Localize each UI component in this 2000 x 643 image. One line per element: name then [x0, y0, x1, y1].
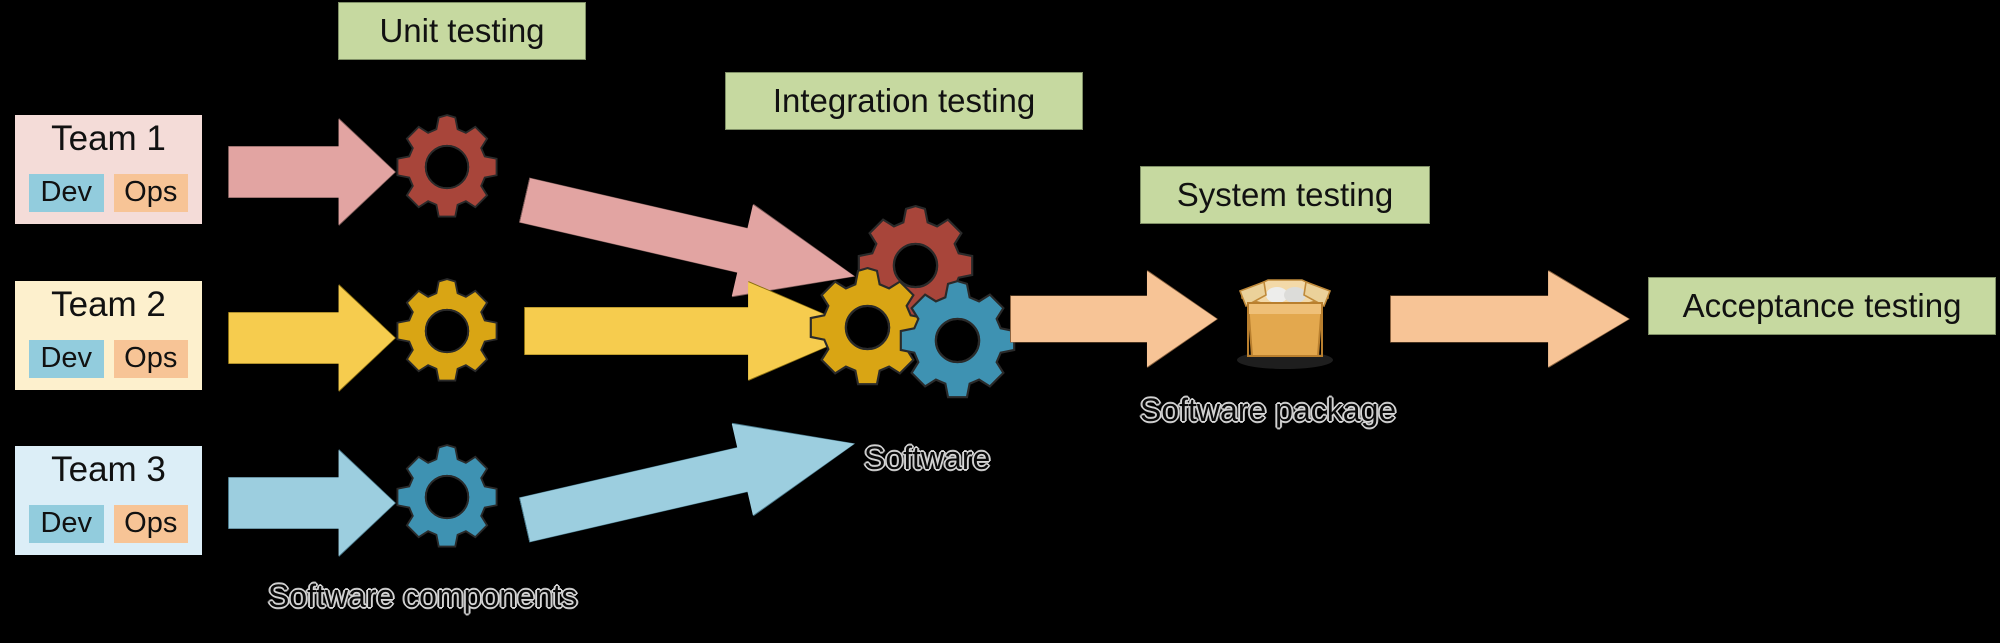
- team-3-dev-chip[interactable]: Dev: [29, 504, 104, 543]
- delivery-arrow[interactable]: Delivery: [1010, 270, 1218, 368]
- testing-box-unit: Unit testing: [338, 2, 586, 60]
- team-1-ops-chip[interactable]: Ops: [113, 173, 188, 212]
- build-arrow-3[interactable]: Build: [228, 449, 396, 557]
- testing-box-system-label: System testing: [1176, 176, 1394, 213]
- team-2-ops-chip[interactable]: Ops: [113, 339, 188, 378]
- team-roles-2: Dev Ops: [29, 339, 188, 378]
- component-gear-1: [388, 108, 506, 231]
- team-box-1[interactable]: Team 1 Dev Ops: [12, 112, 205, 227]
- team-box-2[interactable]: Team 2 Dev Ops: [12, 278, 205, 393]
- testing-box-acceptance: Acceptance testing: [1648, 277, 1996, 335]
- deployment-arrow[interactable]: Deployment: [1390, 270, 1630, 368]
- open-cardboard-box-icon: [1237, 279, 1333, 369]
- testing-box-acceptance-label: Acceptance testing: [1682, 287, 1962, 324]
- gear-icon: [899, 279, 1016, 399]
- team-name-1: Team 1: [51, 119, 166, 158]
- team-2-dev-chip[interactable]: Dev: [29, 339, 104, 378]
- build-arrow-2[interactable]: Build: [228, 284, 396, 392]
- testing-box-integration: Integration testing: [725, 72, 1083, 130]
- gear-icon: [396, 114, 498, 218]
- testing-box-integration-label: Integration testing: [772, 82, 1036, 119]
- testing-box-system: System testing: [1140, 166, 1430, 224]
- build-arrow-1[interactable]: Build: [228, 118, 396, 226]
- diagram-canvas: Unit testing Integration testing System …: [0, 0, 2000, 643]
- testing-box-unit-label: Unit testing: [379, 12, 545, 49]
- team-roles-3: Dev Ops: [29, 504, 188, 543]
- gear-icon: [396, 444, 498, 548]
- team-name-2: Team 2: [51, 285, 166, 324]
- team-box-3[interactable]: Team 3 Dev Ops: [12, 443, 205, 558]
- team-1-dev-chip[interactable]: Dev: [29, 173, 104, 212]
- team-3-ops-chip[interactable]: Ops: [113, 504, 188, 543]
- component-gear-3: [388, 438, 506, 561]
- caption-software: Software: [864, 440, 991, 476]
- caption-software-package: Software package: [1140, 392, 1397, 428]
- team-roles-1: Dev Ops: [29, 173, 188, 212]
- software-gear-cluster: [800, 198, 1040, 399]
- caption-software-components: Software components: [268, 578, 578, 614]
- integration-arrow-3[interactable]: Integration: [513, 397, 866, 567]
- software-package-icon: [1224, 262, 1346, 379]
- team-name-3: Team 3: [51, 450, 166, 489]
- component-gear-2: [388, 272, 506, 395]
- gear-icon: [396, 278, 498, 382]
